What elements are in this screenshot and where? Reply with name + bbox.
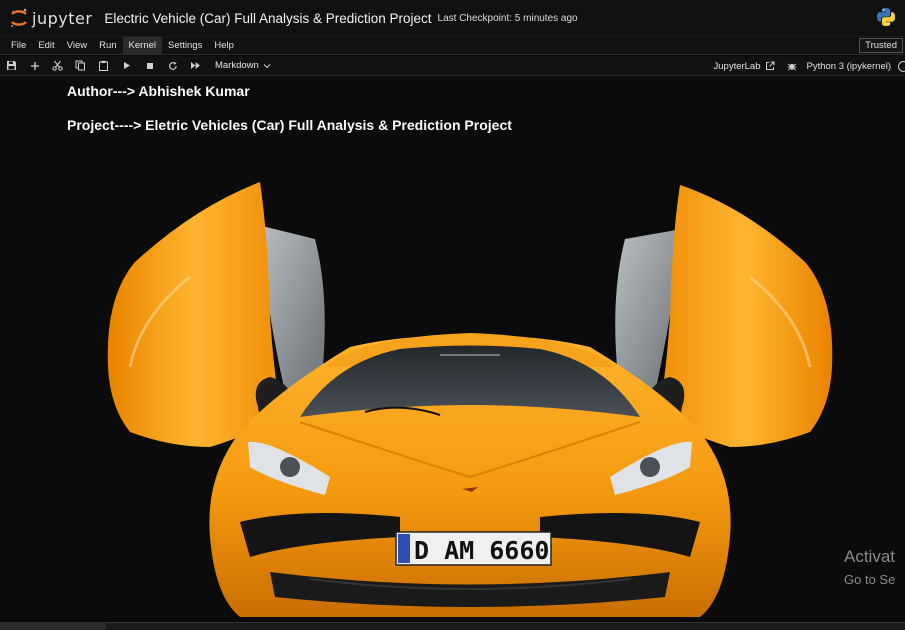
cell-type-select[interactable]: Markdown	[215, 60, 271, 71]
restart-run-all-button[interactable]	[184, 57, 207, 75]
project-line: Project----> Eletric Vehicles (Car) Full…	[67, 117, 512, 133]
last-checkpoint: Last Checkpoint: 5 minutes ago	[437, 13, 578, 24]
external-link-icon	[765, 61, 775, 70]
scissors-icon	[52, 60, 63, 71]
menu-file[interactable]: File	[5, 37, 32, 55]
author-line: Author---> Abhishek Kumar	[67, 83, 250, 99]
trusted-indicator[interactable]: Trusted	[859, 38, 903, 53]
notebook-title[interactable]: Electric Vehicle (Car) Full Analysis & P…	[104, 11, 431, 26]
toolbar-right: JupyterLab Python 3 (ipykernel)	[714, 56, 905, 76]
copy-icon	[75, 60, 85, 71]
license-plate-text: D AM 6660	[414, 536, 549, 565]
notebook-header: jupyter Electric Vehicle (Car) Full Anal…	[0, 0, 905, 37]
kernel-status-icon	[898, 61, 905, 72]
chevron-down-icon	[263, 63, 271, 68]
bug-icon	[787, 63, 796, 71]
debugger-button[interactable]	[787, 61, 797, 71]
insert-cell-button[interactable]	[23, 57, 46, 75]
scrollbar-thumb[interactable]	[0, 622, 106, 630]
restart-icon	[168, 61, 177, 70]
menu-bar: File Edit View Run Kernel Settings Help …	[0, 36, 905, 55]
interrupt-kernel-button[interactable]	[138, 57, 161, 75]
save-button[interactable]	[0, 57, 23, 75]
menu-settings[interactable]: Settings	[162, 37, 208, 55]
activate-windows-title: Activat	[844, 547, 896, 566]
menu-help[interactable]: Help	[208, 37, 240, 55]
menu-edit[interactable]: Edit	[32, 37, 60, 55]
menu-run[interactable]: Run	[93, 37, 122, 55]
save-icon	[7, 61, 16, 70]
jupyterlab-label: JupyterLab	[713, 60, 761, 72]
jupyter-logo[interactable]: jupyter	[9, 0, 92, 37]
activate-windows-subtitle: Go to Se	[844, 572, 896, 587]
run-cell-button[interactable]	[115, 57, 138, 75]
menu-view[interactable]: View	[61, 37, 93, 55]
plus-icon	[30, 61, 39, 70]
copy-button[interactable]	[69, 57, 92, 75]
cell-type-value: Markdown	[215, 60, 259, 71]
paste-button[interactable]	[92, 57, 115, 75]
notebook-toolbar: Markdown JupyterLab Python 3 (ipykernel)	[0, 56, 905, 76]
restart-kernel-button[interactable]	[161, 57, 184, 75]
stop-icon	[146, 62, 153, 69]
horizontal-scrollbar[interactable]	[0, 622, 905, 630]
notebook-panel: Author---> Abhishek Kumar Project----> E…	[0, 77, 905, 622]
cut-button[interactable]	[46, 57, 69, 75]
python-icon	[877, 8, 895, 26]
jupyter-wordmark: jupyter	[32, 8, 93, 28]
play-icon	[124, 62, 130, 69]
sports-car-image: D AM 6660	[107, 182, 833, 617]
menu-kernel[interactable]: Kernel	[122, 36, 163, 55]
license-plate: D AM 6660	[395, 531, 552, 566]
kernel-name[interactable]: Python 3 (ipykernel)	[807, 61, 891, 72]
fast-forward-icon	[191, 62, 200, 69]
clipboard-icon	[99, 60, 108, 71]
open-in-jupyterlab-link[interactable]: JupyterLab	[714, 61, 775, 72]
jupyter-icon	[10, 8, 27, 28]
